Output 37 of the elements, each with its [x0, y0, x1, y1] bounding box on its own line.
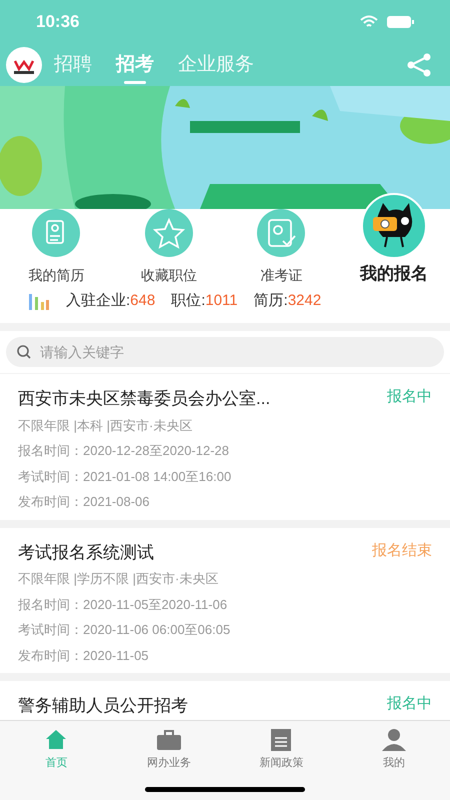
stat-text: 简历:3242	[254, 290, 322, 311]
exam-card[interactable]: 警务辅助人员公开招考 报名中	[0, 681, 450, 720]
exam-meta: 不限年限 |学历不限 |西安市·未央区	[18, 570, 220, 588]
exam-status: 报名中	[387, 387, 432, 407]
bar-chart-icon	[28, 292, 50, 310]
exam-status: 报名中	[387, 694, 432, 714]
exam-card[interactable]: 西安市未央区禁毒委员会办公室... 报名中 不限年限 |本科 |西安市·未央区 报名时间：2020-12-28至2020-12-28 考试时间：2021-01-08 14:00至16:00 发布时间：2021-08-06	[0, 374, 450, 520]
quick-link[interactable]: 收藏职位	[112, 209, 225, 290]
stat-text: 职位:1011	[171, 290, 238, 311]
search-icon	[16, 344, 32, 360]
briefcase-icon	[156, 727, 182, 753]
exam-title: 警务辅助人员公开招考	[18, 695, 188, 717]
nav-tab[interactable]: 新闻政策	[225, 727, 338, 772]
nav-tab[interactable]: 网办业务	[112, 727, 225, 772]
exam-detail: 报名时间：2020-11-05至2020-11-06	[18, 596, 228, 614]
quick-link[interactable]: 我的简历	[0, 209, 112, 290]
exam-detail: 发布时间：2021-08-06	[18, 493, 150, 511]
battery-icon	[386, 15, 414, 29]
quick-link[interactable]: 我的报名	[338, 189, 450, 290]
share-icon[interactable]	[406, 53, 432, 77]
person-icon	[380, 727, 407, 753]
exam-title: 西安市未央区禁毒委员会办公室...	[18, 388, 270, 410]
search-field[interactable]: 请输入关键字	[6, 337, 444, 367]
exam-meta: 不限年限 |本科 |西安市·未央区	[18, 416, 194, 435]
exam-detail: 考试时间：2021-01-08 14:00至16:00	[18, 468, 232, 486]
exam-card[interactable]: 考试报名系统测试 报名结束 不限年限 |学历不限 |西安市·未央区 报名时间：2020-11-05至2020-11-06 考试时间：2020-11-06 06:00至06:05 发布时间：2020-11-05	[0, 528, 450, 673]
status-time: 10:36	[36, 11, 80, 34]
quick-link[interactable]: 准考证	[225, 209, 338, 290]
exam-detail: 考试时间：2020-11-06 06:00至06:05	[18, 621, 232, 639]
exam-detail: 报名时间：2020-12-28至2020-12-28	[18, 442, 230, 460]
exam-title: 考试报名系统测试	[18, 542, 154, 564]
wifi-icon	[360, 15, 378, 29]
nav-tab[interactable]: 我的	[338, 727, 450, 772]
exam-detail: 发布时间：2020-11-05	[18, 646, 150, 664]
logo-icon	[6, 47, 42, 83]
exam-status: 报名结束	[372, 540, 432, 560]
stat-text: 入驻企业:648	[66, 290, 156, 311]
